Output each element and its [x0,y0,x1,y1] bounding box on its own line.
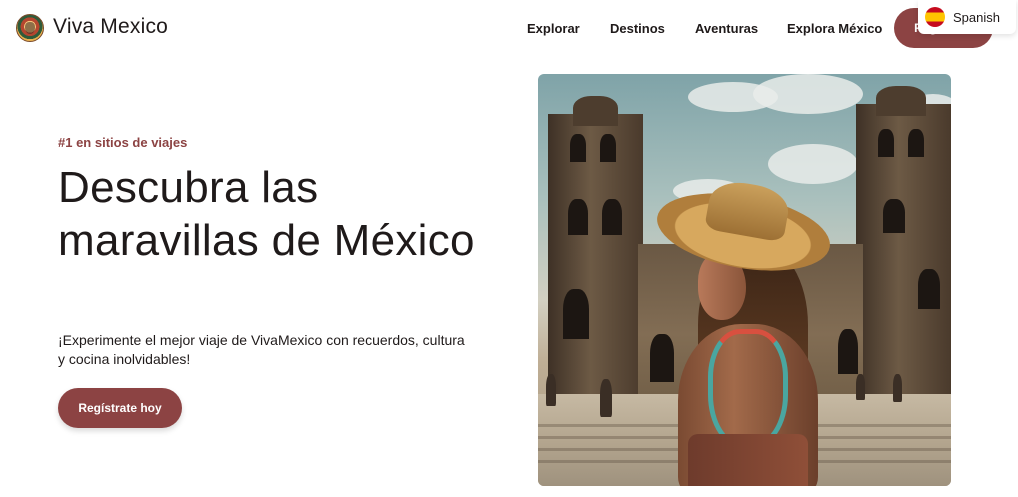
language-selector[interactable]: Spanish [918,0,1016,34]
language-label: Spanish [953,10,1000,25]
nav-item-explora-mexico[interactable]: Explora México [787,21,882,36]
nav-item-aventuras[interactable]: Aventuras [695,21,758,36]
nav-item-explorar[interactable]: Explorar [527,21,580,36]
brand-logo-icon[interactable] [16,14,44,42]
hero-register-button[interactable]: Regístrate hoy [58,388,182,428]
hero-eyebrow: #1 en sitios de viajes [58,135,188,150]
hero-headline: Descubra las maravillas de México [58,163,475,265]
brand-name[interactable]: Viva Mexico [53,15,168,39]
hero-subtitle: ¡Experimente el mejor viaje de VivaMexic… [58,332,465,367]
hero-photo [538,74,951,486]
spain-flag-icon [925,7,945,27]
site-header: Viva Mexico Explorar Destinos Aventuras … [0,0,1018,56]
nav-item-destinos[interactable]: Destinos [610,21,665,36]
